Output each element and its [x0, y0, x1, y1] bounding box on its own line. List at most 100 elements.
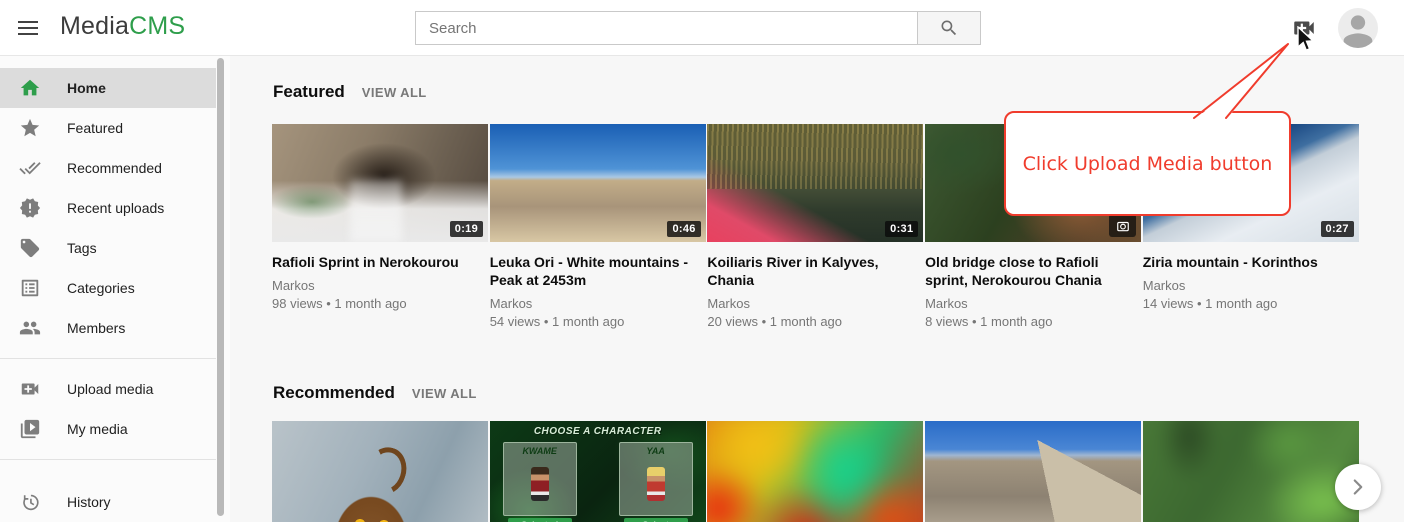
- media-card[interactable]: 0:19 Rafioli Sprint in Nerokourou Markos…: [272, 124, 488, 329]
- sidebar-item-home[interactable]: Home: [0, 68, 216, 108]
- media-meta: 8 views • 1 month ago: [925, 314, 1141, 329]
- sidebar-scrollbar[interactable]: [217, 58, 224, 518]
- sidebar-item-my-media[interactable]: My media: [0, 409, 216, 449]
- game-selected-button: Selected: [508, 518, 572, 522]
- media-title[interactable]: Rafioli Sprint in Nerokourou: [272, 253, 484, 271]
- user-avatar[interactable]: [1338, 8, 1378, 48]
- media-title[interactable]: Old bridge close to Rafioli sprint, Nero…: [925, 253, 1137, 289]
- search-input[interactable]: [415, 11, 918, 45]
- media-title[interactable]: Ziria mountain - Korinthos: [1143, 253, 1355, 271]
- annotation-callout: Click Upload Media button: [1004, 111, 1291, 216]
- video-call-icon: [19, 378, 41, 400]
- media-meta: 54 views • 1 month ago: [490, 314, 706, 329]
- sidebar-divider: [0, 459, 216, 460]
- section-title: Featured: [273, 82, 345, 102]
- camera-icon: [1116, 219, 1130, 233]
- tag-icon: [19, 237, 41, 259]
- search-icon: [939, 18, 959, 38]
- sidebar-item-recent-uploads[interactable]: Recent uploads: [0, 188, 216, 228]
- sidebar-item-label: Recent uploads: [67, 200, 164, 216]
- group-icon: [19, 317, 41, 339]
- sidebar-item-label: Featured: [67, 120, 123, 136]
- thumbnail-white-mountains[interactable]: 0:46: [490, 124, 706, 242]
- sidebar-item-label: Tags: [67, 240, 97, 256]
- thumbnail-green-leaves[interactable]: [1143, 421, 1359, 522]
- logo[interactable]: MediaCMS: [60, 12, 185, 41]
- sidebar-item-label: Members: [67, 320, 125, 336]
- sidebar-item-tags[interactable]: Tags: [0, 228, 216, 268]
- sidebar-item-categories[interactable]: Categories: [0, 268, 216, 308]
- duration-badge: 0:31: [885, 221, 918, 237]
- sidebar-item-featured[interactable]: Featured: [0, 108, 216, 148]
- media-author[interactable]: Markos: [1143, 278, 1359, 293]
- sidebar-item-members[interactable]: Members: [0, 308, 216, 348]
- game-select-button: Select: [624, 518, 688, 522]
- duration-badge: 0:46: [667, 221, 700, 237]
- sidebar-item-upload-media[interactable]: Upload media: [0, 369, 216, 409]
- sidebar-item-label: History: [67, 494, 111, 510]
- media-author[interactable]: Markos: [272, 278, 488, 293]
- video-library-icon: [19, 418, 41, 440]
- media-card[interactable]: [272, 421, 488, 522]
- game-heading-text: CHOOSE A CHARACTER: [490, 426, 706, 437]
- media-meta: 98 views • 1 month ago: [272, 296, 488, 311]
- new-releases-icon: [19, 197, 41, 219]
- media-title[interactable]: Koiliaris River in Kalyves, Chania: [707, 253, 919, 289]
- media-card[interactable]: CHOOSE A CHARACTER KWAME YAA Selected Se…: [490, 421, 706, 522]
- sidebar-item-label: Categories: [67, 280, 135, 296]
- sidebar-item-label: Upload media: [67, 381, 153, 397]
- media-card[interactable]: 0:46 Leuka Ori - White mountains - Peak …: [490, 124, 706, 329]
- sidebar-item-label: My media: [67, 421, 128, 437]
- media-card[interactable]: 0:31 Koiliaris River in Kalyves, Chania …: [707, 124, 923, 329]
- thumbnail-paper-pumpkin[interactable]: [272, 421, 488, 522]
- sidebar: Home Featured Recommended Recent uploads…: [0, 56, 230, 522]
- media-author[interactable]: Markos: [925, 296, 1141, 311]
- media-meta: 20 views • 1 month ago: [707, 314, 923, 329]
- media-title[interactable]: Leuka Ori - White mountains - Peak at 24…: [490, 253, 702, 289]
- thumbnail-abstract-colors[interactable]: [707, 421, 923, 522]
- featured-section-header: Featured VIEW ALL: [273, 82, 427, 102]
- thumbnail-rocky-mountain[interactable]: [925, 421, 1141, 522]
- media-card[interactable]: [925, 421, 1141, 522]
- done-all-icon: [19, 157, 41, 179]
- sidebar-item-recommended[interactable]: Recommended: [0, 148, 216, 188]
- logo-cms: CMS: [129, 12, 185, 40]
- game-panel-right: YAA: [619, 442, 693, 516]
- thumbnail-river-kayak[interactable]: 0:31: [707, 124, 923, 242]
- annotation-text: Click Upload Media button: [1023, 153, 1273, 175]
- media-card[interactable]: [707, 421, 923, 522]
- search-bar: [415, 11, 981, 45]
- media-author[interactable]: Markos: [707, 296, 923, 311]
- game-sprite: [531, 467, 549, 501]
- section-title: Recommended: [273, 383, 395, 403]
- recommended-view-all-link[interactable]: VIEW ALL: [412, 386, 477, 401]
- recommended-row: CHOOSE A CHARACTER KWAME YAA Selected Se…: [272, 421, 1359, 522]
- media-meta: 14 views • 1 month ago: [1143, 296, 1359, 311]
- duration-badge: 0:19: [450, 221, 483, 237]
- carousel-next-button[interactable]: [1335, 464, 1381, 510]
- scrollbar-thumb[interactable]: [217, 58, 224, 516]
- history-icon: [19, 491, 41, 513]
- top-bar: MediaCMS: [0, 0, 1404, 56]
- home-icon: [19, 77, 41, 99]
- featured-view-all-link[interactable]: VIEW ALL: [362, 85, 427, 100]
- media-author[interactable]: Markos: [490, 296, 706, 311]
- person-icon: [1338, 8, 1378, 48]
- game-sprite: [647, 467, 665, 501]
- game-character-name: KWAME: [504, 446, 576, 456]
- recommended-section-header: Recommended VIEW ALL: [273, 383, 477, 403]
- upload-media-icon[interactable]: [1291, 15, 1317, 41]
- sidebar-item-history[interactable]: History: [0, 482, 216, 522]
- thumbnail-game-character-select[interactable]: CHOOSE A CHARACTER KWAME YAA Selected Se…: [490, 421, 706, 522]
- thumbnail-waterfall-cave[interactable]: 0:19: [272, 124, 488, 242]
- menu-icon[interactable]: [14, 14, 42, 42]
- logo-media: Media: [60, 12, 129, 40]
- sidebar-divider: [0, 358, 216, 359]
- game-panel-left: KWAME: [503, 442, 577, 516]
- chevron-right-icon: [1345, 474, 1371, 500]
- search-button[interactable]: [918, 11, 981, 45]
- media-card[interactable]: [1143, 421, 1359, 522]
- photo-type-badge: [1109, 214, 1136, 237]
- sidebar-item-label: Home: [67, 80, 106, 96]
- star-icon: [19, 117, 41, 139]
